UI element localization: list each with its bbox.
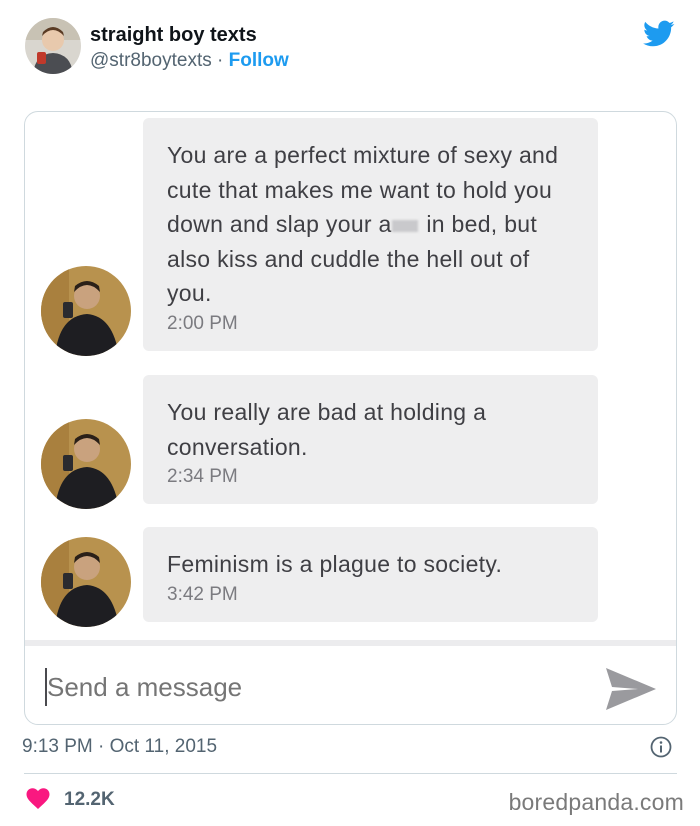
message-bubble: You are a perfect mixture of sexy and cu… bbox=[143, 118, 598, 351]
message-text: Feminism is a plague to society. bbox=[167, 551, 503, 577]
tweet-timestamp[interactable]: 9:13 PM · Oct 11, 2015 bbox=[22, 736, 217, 758]
like-count[interactable]: 12.2K bbox=[64, 789, 115, 811]
profile-avatar[interactable] bbox=[25, 18, 81, 74]
censor-blur bbox=[391, 219, 418, 232]
heart-icon[interactable] bbox=[26, 788, 50, 810]
footer-divider bbox=[24, 773, 677, 774]
message-bubble: Feminism is a plague to society. 3:42 PM bbox=[143, 527, 598, 622]
message-text: You are a perfect mixture of sexy and cu… bbox=[167, 138, 574, 311]
message-time: 2:34 PM bbox=[167, 466, 238, 487]
text-caret bbox=[45, 668, 47, 706]
tweet-header: straight boy texts @str8boytexts · Follo… bbox=[25, 16, 685, 80]
follow-link[interactable]: Follow bbox=[229, 50, 289, 71]
twitter-bird-icon[interactable] bbox=[643, 20, 675, 48]
author-meta: @str8boytexts · Follow bbox=[90, 50, 289, 72]
message-input[interactable] bbox=[45, 666, 585, 708]
message-time: 3:42 PM bbox=[167, 583, 238, 605]
chat-screenshot: You are a perfect mixture of sexy and cu… bbox=[24, 111, 677, 725]
author-name[interactable]: straight boy texts bbox=[90, 24, 257, 47]
sender-avatar bbox=[41, 537, 131, 627]
message-bubble: You really are bad at holding a conversa… bbox=[143, 375, 598, 504]
sender-avatar bbox=[41, 419, 131, 509]
message-text: You really are bad at holding a conversa… bbox=[167, 399, 487, 460]
message-time: 2:00 PM bbox=[167, 312, 238, 334]
sender-avatar bbox=[41, 266, 131, 356]
meta-separator: · bbox=[211, 50, 229, 71]
message-composer bbox=[25, 646, 676, 724]
send-arrow-icon[interactable] bbox=[604, 664, 658, 714]
author-handle[interactable]: @str8boytexts bbox=[90, 50, 212, 71]
source-watermark: boredpanda.com bbox=[508, 789, 684, 815]
info-icon[interactable] bbox=[650, 736, 672, 758]
